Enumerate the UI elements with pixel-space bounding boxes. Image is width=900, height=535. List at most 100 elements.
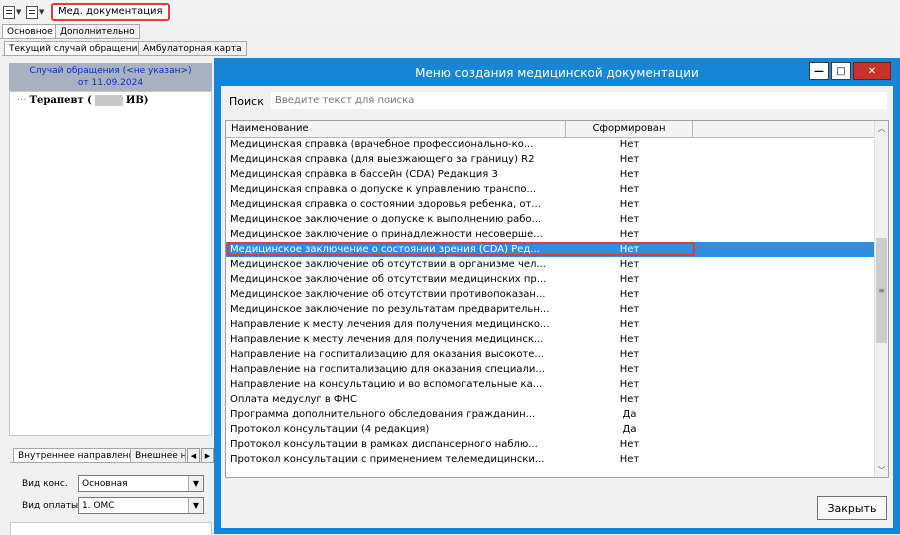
case-date: от 11.09.2024 — [77, 78, 144, 88]
chevron-down-icon: ▼ — [16, 8, 22, 16]
chevron-up-icon[interactable]: ︿ — [875, 121, 888, 135]
chevron-down-icon[interactable]: ﹀ — [875, 463, 888, 477]
payment-type-label: Вид оплаты — [22, 501, 79, 511]
document-name-cell: Медицинское заключение об отсутствии мед… — [230, 274, 547, 285]
table-row[interactable]: Медицинское заключение о принадлежности … — [226, 227, 874, 242]
document-status-cell: Нет — [619, 319, 640, 330]
table-row[interactable]: Медицинская справка о допуске к управлен… — [226, 182, 874, 197]
case-title: Случай обращения (<не указан>) — [29, 66, 192, 76]
close-button[interactable]: Закрыть — [817, 496, 887, 520]
maximize-button[interactable]: □ — [831, 62, 851, 80]
table-row[interactable]: Медицинское заключение о допуске к выпол… — [226, 212, 874, 227]
table-row[interactable]: Направление к месту лечения для получени… — [226, 317, 874, 332]
consult-type-value: Основная — [82, 478, 128, 489]
document-name-cell: Медицинское заключение об отсутствии в о… — [230, 259, 546, 270]
chevron-down-icon: ▼ — [188, 476, 203, 491]
med-documentation-menu[interactable]: Мед. документация — [51, 3, 170, 21]
document-status-cell: Нет — [619, 169, 640, 180]
tab-outpatient-card[interactable]: Амбулаторная карта — [138, 41, 247, 56]
document-name-cell: Протокол консультации (4 редакция) — [230, 424, 430, 435]
redacted-name — [94, 95, 123, 106]
document-status-cell: Нет — [619, 289, 640, 300]
table-row[interactable]: Медицинская справка о состоянии здоровья… — [226, 197, 874, 212]
column-header-status[interactable]: Сформирован — [566, 121, 693, 137]
document-status-cell: Нет — [619, 184, 640, 195]
table-row[interactable]: Протокол консультации (4 редакция) Да — [226, 422, 874, 437]
case-header[interactable]: Случай обращения (<не указан>) от 11.09.… — [9, 63, 212, 91]
tab-external-referral[interactable]: Внешнее на — [130, 448, 186, 463]
chevron-left-icon[interactable]: ◀ — [187, 448, 200, 463]
table-row[interactable]: Медицинское заключение об отсутствии в о… — [226, 257, 874, 272]
table-row[interactable]: Медицинская справка (для выезжающего за … — [226, 152, 874, 167]
tree-connector: ··· — [17, 95, 27, 106]
table-row[interactable]: Направление на госпитализацию для оказан… — [226, 347, 874, 362]
chevron-down-icon: ▼ — [188, 498, 203, 513]
document-status-cell: Нет — [619, 454, 640, 465]
dialog-title: Меню создания медицинской документации — [415, 66, 699, 80]
scrollbar-thumb[interactable]: ≡ — [876, 238, 887, 343]
vertical-scrollbar[interactable]: ︿ ≡ ﹀ — [874, 121, 888, 477]
table-row[interactable]: Направление на госпитализацию для оказан… — [226, 362, 874, 377]
document-name-cell: Направление на консультацию и во вспомог… — [230, 379, 543, 390]
grid-rows: Медицинская справка (врачебное профессио… — [226, 137, 874, 467]
search-input[interactable] — [271, 92, 887, 109]
table-row[interactable]: Медицинское заключение по результатам пр… — [226, 302, 874, 317]
document-status-cell: Нет — [619, 364, 640, 375]
document-name-cell: Направление к месту лечения для получени… — [230, 334, 544, 345]
tab-main[interactable]: Основное — [2, 24, 58, 39]
chevron-right-icon[interactable]: ▶ — [201, 448, 214, 463]
payment-type-value: 1. ОМС — [82, 500, 115, 511]
search-label: Поиск — [229, 95, 264, 108]
minimize-button[interactable]: — — [809, 62, 829, 80]
document-status-cell: Нет — [619, 304, 640, 315]
minimize-icon: — — [814, 65, 824, 77]
dialog-titlebar[interactable]: Меню создания медицинской документации —… — [214, 58, 900, 86]
tab-internal-referral[interactable]: Внутреннее направление — [13, 448, 145, 463]
column-header-name[interactable]: Наименование — [226, 121, 566, 137]
table-row[interactable]: Протокол консультации с применением теле… — [226, 452, 874, 467]
document-menu-button[interactable]: ▼ — [3, 4, 21, 20]
case-tree: ··· Терапевт ( ИВ) — [9, 91, 212, 436]
table-row[interactable]: Программа дополнительного обследования г… — [226, 407, 874, 422]
table-row[interactable]: Протокол консультации в рамках диспансер… — [226, 437, 874, 452]
document-name-cell: Медицинская справка (врачебное профессио… — [230, 139, 534, 150]
document-icon — [3, 5, 15, 19]
tree-item-therapist[interactable]: ··· Терапевт ( ИВ) — [17, 95, 149, 106]
document-name-cell: Направление на госпитализацию для оказан… — [230, 349, 544, 360]
table-row[interactable]: Направление на консультацию и во вспомог… — [226, 377, 874, 392]
tab-divider — [10, 462, 210, 463]
tab-current-case[interactable]: Текущий случай обращения — [4, 41, 148, 56]
document-name-cell: Медицинская справка в бассейн (CDA) Реда… — [230, 169, 498, 180]
tab-additional[interactable]: Дополнительно — [55, 24, 140, 39]
document-name-cell: Медицинское заключение о принадлежности … — [230, 229, 543, 240]
consult-type-label: Вид конс. — [22, 479, 68, 489]
table-row[interactable]: Медицинская справка (врачебное профессио… — [226, 137, 874, 152]
close-window-button[interactable]: ✕ — [853, 62, 891, 80]
dialog-body: Поиск Наименование Сформирован Медицинск… — [221, 86, 893, 528]
maximize-icon: □ — [836, 65, 846, 77]
list-menu-button[interactable]: ▼ — [26, 4, 44, 20]
consult-type-select[interactable]: Основная ▼ — [78, 475, 204, 492]
document-status-cell: Нет — [619, 154, 640, 165]
table-row[interactable]: Медицинское заключение об отсутствии про… — [226, 287, 874, 302]
chevron-down-icon: ▼ — [39, 8, 45, 16]
document-status-cell: Нет — [619, 214, 640, 225]
table-row[interactable]: Оплата медуслуг в ФНС Нет — [226, 392, 874, 407]
document-name-cell: Медицинское заключение по результатам пр… — [230, 304, 550, 315]
document-status-cell: Нет — [619, 379, 640, 390]
document-status-cell: Нет — [619, 139, 640, 150]
table-row[interactable]: Медицинское заключение об отсутствии мед… — [226, 272, 874, 287]
grid-header: Наименование Сформирован — [226, 121, 874, 138]
table-row[interactable]: Медицинская справка в бассейн (CDA) Реда… — [226, 167, 874, 182]
document-status-cell: Нет — [619, 274, 640, 285]
document-name-cell: Медицинская справка (для выезжающего за … — [230, 154, 535, 165]
payment-type-select[interactable]: 1. ОМС ▼ — [78, 497, 204, 514]
document-status-cell: Да — [622, 409, 637, 420]
document-name-cell: Оплата медуслуг в ФНС — [230, 394, 358, 405]
med-doc-dialog: Меню создания медицинской документации —… — [214, 58, 900, 534]
table-row[interactable]: Направление к месту лечения для получени… — [226, 332, 874, 347]
document-name-cell: Протокол консультации с применением теле… — [230, 454, 545, 465]
lower-panel — [10, 522, 212, 535]
document-name-cell: Медицинская справка о допуске к управлен… — [230, 184, 537, 195]
document-status-cell: Нет — [619, 334, 640, 345]
